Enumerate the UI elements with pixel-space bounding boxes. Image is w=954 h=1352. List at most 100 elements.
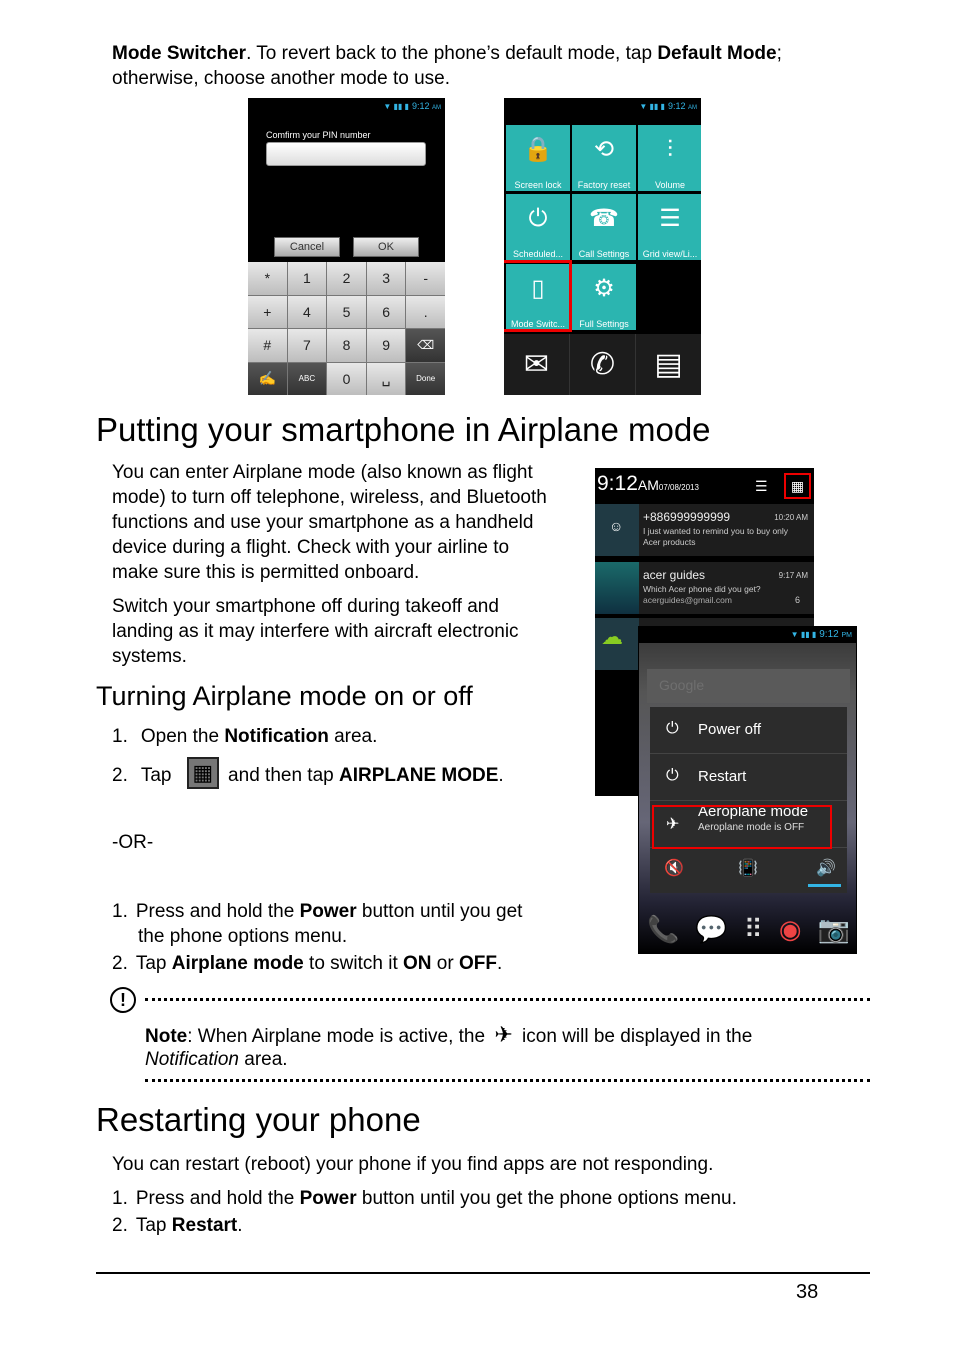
step-bold: Notification	[224, 726, 329, 747]
time: 9:12	[597, 472, 638, 495]
messaging-icon[interactable]: 💬	[695, 914, 727, 945]
status-bar: ▼ ▮▮ ▮ 9:12 AM	[504, 98, 701, 114]
step-number: 1.	[112, 901, 128, 922]
key[interactable]: +	[248, 295, 287, 328]
para-line: functions and use your smartphone as a h…	[112, 512, 534, 533]
status-time: 9:12	[411, 101, 430, 111]
tile-grid-view[interactable]: ☰ Grid view/Li...	[638, 194, 701, 260]
tile-call-settings[interactable]: ☎ Call Settings	[572, 194, 636, 260]
phone-options-menu: ⏻ Power off ⏻ Restart ✈ Aeroplane mode Aerop…	[650, 707, 847, 893]
key[interactable]: #	[248, 329, 287, 362]
clear-notifications-icon[interactable]: ☰	[755, 478, 768, 495]
tile-volume[interactable]: ⫶ Volume	[638, 125, 701, 191]
numeric-keypad: * 1 2 3 - + 4 5 6 . # 7 8 9 ⌫ ✍ ABC 0 ␣ …	[248, 262, 445, 395]
key[interactable]: 7	[287, 329, 327, 362]
wifi-signal-icon: ▼ ▮▮ ▮	[383, 102, 409, 111]
key[interactable]: *	[248, 262, 287, 295]
gears-icon: ⚙	[593, 275, 615, 302]
contacts-icon[interactable]: ▤	[636, 334, 701, 395]
phone-icon[interactable]: ✆	[570, 334, 636, 395]
status-time: 9:12	[819, 629, 839, 640]
item-label: Restart	[698, 768, 747, 785]
key[interactable]: 0	[327, 362, 366, 395]
mail-count: 6	[794, 595, 800, 605]
status-ampm: AM	[688, 105, 697, 111]
tile-factory-reset[interactable]: ⟲ Factory reset	[572, 125, 636, 191]
google-search-bar[interactable]: Google	[647, 669, 850, 703]
or-separator: -OR-	[112, 832, 154, 853]
thumbnail-image	[595, 562, 639, 614]
pin-input[interactable]	[266, 142, 426, 166]
selected-indicator	[808, 884, 841, 887]
key[interactable]: 1	[287, 262, 327, 295]
key[interactable]: 3	[366, 262, 406, 295]
ok-button[interactable]: OK	[353, 237, 419, 257]
para-line: device during a flight. Check with your …	[112, 537, 510, 558]
status-bar: ▼ ▮▮ ▮ 9:12 AM	[248, 98, 445, 114]
sound-on-icon[interactable]: 🔊	[816, 858, 836, 878]
power-icon: ⏻	[528, 205, 548, 232]
step-text: Press and hold the	[135, 1188, 300, 1209]
notification-item[interactable]: ☺ +886999999999 10:20 AM I just wanted t…	[595, 504, 814, 556]
restart-item[interactable]: ⏻ Restart	[650, 754, 847, 801]
step-number: 2.	[112, 765, 128, 787]
status-ampm: PM	[841, 632, 853, 639]
key[interactable]: 8	[327, 329, 366, 362]
note-text: area.	[239, 1049, 288, 1070]
notif-title: +886999999999	[643, 510, 731, 524]
chrome-icon[interactable]: ◉	[779, 914, 802, 945]
swype-key[interactable]: ✍	[248, 362, 287, 395]
home-dock: 📞 💬 ⠿ ◉ 📷	[639, 907, 856, 951]
step-bold: Airplane mode	[171, 953, 304, 974]
status-bar: ▼ ▮▮ ▮ 9:12 PM	[639, 627, 856, 643]
key[interactable]: 4	[287, 295, 327, 328]
power-off-item[interactable]: ⏻ Power off	[650, 707, 847, 754]
para-line: You can enter Airplane mode (also known …	[112, 462, 533, 483]
alt-step-1-cont: the phone options menu.	[138, 926, 348, 947]
mute-icon[interactable]: 🔇	[664, 858, 684, 878]
step-text: button until you get the phone options m…	[356, 1188, 737, 1209]
space-key[interactable]: ␣	[366, 362, 406, 395]
notif-title: acer guides	[643, 568, 706, 582]
power-menu-screenshot: ▼ ▮▮ ▮ 9:12 PM Google ⏻ Power off ⏻ Restart…	[638, 626, 857, 954]
intro-text: ;	[776, 43, 782, 64]
sms-icon: ☺	[595, 504, 639, 556]
section-title-toggle: Turning Airplane mode on or off	[96, 681, 473, 711]
lock-icon: 🔒	[523, 136, 553, 163]
phone-icon[interactable]: 📞	[647, 914, 679, 945]
restart-step-2: 2. Tap Restart.	[112, 1213, 243, 1238]
step-number: 1.	[112, 1188, 128, 1209]
done-key[interactable]: Done	[406, 362, 445, 395]
tile-screen-lock[interactable]: 🔒 Screen lock	[506, 125, 570, 191]
tile-scheduled[interactable]: ⏻ Scheduled...	[506, 194, 570, 260]
message-icon[interactable]: ✉	[504, 334, 570, 395]
vibrate-icon[interactable]: 📳	[738, 858, 758, 878]
tile-full-settings[interactable]: ⚙ Full Settings	[572, 264, 636, 330]
key[interactable]: 6	[366, 295, 406, 328]
key[interactable]: 9	[366, 329, 406, 362]
footer-rule	[96, 1272, 870, 1274]
airplane-icon: ✈	[494, 1022, 513, 1047]
key[interactable]: -	[406, 262, 445, 295]
tile-label: Full Settings	[579, 319, 629, 329]
step-bold: Power	[299, 901, 357, 922]
list-icon: ☰	[659, 205, 681, 232]
cancel-button[interactable]: Cancel	[274, 237, 340, 257]
backspace-key[interactable]: ⌫	[406, 329, 445, 362]
key[interactable]: 5	[327, 295, 366, 328]
key[interactable]: 2	[327, 262, 366, 295]
note-line-1: Note: When Airplane mode is active, the …	[145, 1022, 752, 1049]
step-bold: Restart	[171, 1215, 238, 1236]
key[interactable]: .	[406, 295, 445, 328]
step-text: Press and hold the	[135, 901, 300, 922]
abc-key[interactable]: ABC	[287, 362, 327, 395]
quick-settings-icon: ▦	[186, 757, 219, 789]
note-text: icon will be displayed in the	[516, 1026, 753, 1047]
camera-icon[interactable]: 📷	[818, 914, 850, 945]
step-text: .	[498, 765, 504, 787]
apps-icon[interactable]: ⠿	[744, 914, 763, 945]
notification-item[interactable]: acer guides 9:17 AM Which Acer phone did…	[595, 562, 814, 614]
quick-settings-icon[interactable]: ▦	[784, 473, 811, 499]
status-time: 9:12	[667, 101, 686, 111]
tile-label: Factory reset	[577, 180, 631, 190]
